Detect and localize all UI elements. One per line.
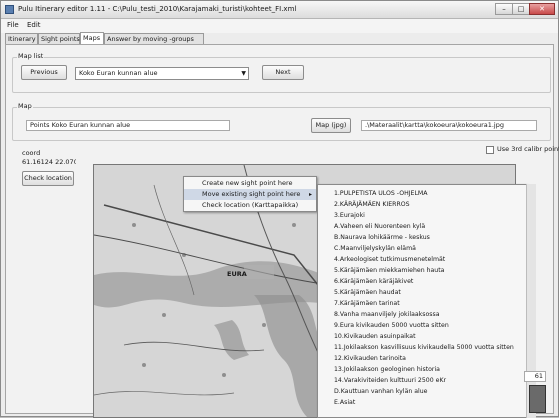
tab-answer-by-moving-groups[interactable]: Answer by moving -groups bbox=[104, 33, 204, 44]
use-3rd-calibr-label: Use 3rd calibr point bbox=[497, 145, 559, 153]
ctx-create-label: Create new sight point here bbox=[202, 179, 293, 187]
previous-button[interactable]: Previous bbox=[21, 65, 67, 80]
submenu-item[interactable]: D.Kauttuan vanhan kylän alue bbox=[318, 386, 526, 397]
panel-scrollbar[interactable] bbox=[526, 184, 536, 418]
submenu-item[interactable]: C.Maanviljelyskylän elämä bbox=[318, 243, 526, 254]
points-field[interactable]: Points Koko Euran kunnan alue bbox=[26, 120, 230, 131]
submenu-item[interactable]: 13.Jokilaakson geologinen historia bbox=[318, 364, 526, 375]
submenu-item[interactable]: 12.Kivikauden tarinoita bbox=[318, 353, 526, 364]
submenu-item[interactable]: 2.KÄRÄJÄMÄEN KIERROS bbox=[318, 199, 526, 210]
submenu-item[interactable]: B.Nauravа lohikäärme - keskus bbox=[318, 232, 526, 243]
tab-itinerary[interactable]: Itinerary bbox=[5, 33, 38, 44]
map-label-eura: EURA bbox=[227, 270, 247, 278]
map-list-group-label: Map list bbox=[17, 52, 45, 60]
ctx-check-location[interactable]: Check location (Karttapaikka) bbox=[184, 200, 316, 211]
chevron-down-icon: ▼ bbox=[241, 70, 246, 77]
submenu-item[interactable]: 11.Jokilaakson kasvillisuus kivikaudella… bbox=[318, 342, 526, 353]
ctx-move-label: Move existing sight point here bbox=[202, 190, 301, 198]
main-window: Pulu Itinerary editor 1.11 - C:\Pulu_tes… bbox=[0, 0, 559, 418]
submenu-arrow-icon: ▸ bbox=[308, 191, 312, 198]
submenu-item[interactable]: 1.PULPETISTA ULOS -OHJELMA bbox=[318, 188, 526, 199]
color-swatch bbox=[529, 385, 546, 413]
submenu-item[interactable]: 5.Käräjämäen miekkamiehen hauta bbox=[318, 265, 526, 276]
map-group-label: Map bbox=[17, 102, 33, 110]
map-select[interactable]: Koko Euran kunnan alue ▼ bbox=[75, 67, 249, 80]
submenu-item[interactable]: A.Vaheen eli Nuorenteen kylä bbox=[318, 221, 526, 232]
window-title: Pulu Itinerary editor 1.11 - C:\Pulu_tes… bbox=[18, 5, 297, 13]
submenu-item[interactable]: 10.Kivikauden asuinpaikat bbox=[318, 331, 526, 342]
tab-sight-points[interactable]: Sight points bbox=[38, 33, 80, 44]
app-icon bbox=[5, 5, 14, 14]
submenu-item[interactable]: 8.Vanha maanviljely jokilaaksossa bbox=[318, 309, 526, 320]
submenu-item[interactable]: 14.Varakiviteiden kulttuuri 2500 eKr bbox=[318, 375, 526, 386]
ctx-move-sight-point[interactable]: Move existing sight point here ▸ bbox=[184, 189, 316, 200]
submenu-item[interactable]: 5.Käräjämäen haudat bbox=[318, 287, 526, 298]
submenu-item[interactable]: 3.Eurajoki bbox=[318, 210, 526, 221]
map-select-value: Koko Euran kunnan alue bbox=[79, 69, 158, 77]
close-button[interactable]: ✕ bbox=[529, 3, 555, 15]
next-button[interactable]: Next bbox=[262, 65, 304, 80]
map-path-field[interactable]: .\Materaalit\kartta\kokoeura\kokoeura1.j… bbox=[361, 120, 537, 131]
title-bar[interactable]: Pulu Itinerary editor 1.11 - C:\Pulu_tes… bbox=[1, 1, 558, 19]
submenu-item[interactable]: 6.Käräjämäen käräjäkivet bbox=[318, 276, 526, 287]
menu-bar: File Edit bbox=[1, 19, 558, 33]
submenu-item[interactable]: 9.Eura kivikauden 5000 vuotta sitten bbox=[318, 320, 526, 331]
ctx-check-label: Check location (Karttapaikka) bbox=[202, 201, 299, 209]
coord-label: coord bbox=[22, 149, 41, 157]
menu-file[interactable]: File bbox=[7, 21, 19, 29]
submenu-item[interactable]: 7.Käräjämäen tarinat bbox=[318, 298, 526, 309]
ctx-create-sight-point[interactable]: Create new sight point here bbox=[184, 178, 316, 189]
coord-value: 61.16124 22.07055 bbox=[22, 158, 76, 166]
submenu-item[interactable]: E.Asiat bbox=[318, 397, 526, 408]
minimize-button[interactable]: – bbox=[495, 3, 513, 15]
submenu-item[interactable]: 4.Arkeologiset tutkimusmenetelmät bbox=[318, 254, 526, 265]
numeric-field[interactable]: 61 bbox=[524, 371, 546, 382]
map-jpg-button[interactable]: Map (jpg) bbox=[311, 118, 351, 133]
use-3rd-calibr-checkbox[interactable] bbox=[486, 146, 494, 154]
menu-edit[interactable]: Edit bbox=[27, 21, 41, 29]
context-menu: Create new sight point here Move existin… bbox=[183, 176, 317, 212]
check-location-button[interactable]: Check location bbox=[22, 171, 74, 186]
maximize-button[interactable]: □ bbox=[512, 3, 530, 15]
sight-point-submenu: 1.PULPETISTA ULOS -OHJELMA 2.KÄRÄJÄMÄEN … bbox=[317, 184, 527, 418]
